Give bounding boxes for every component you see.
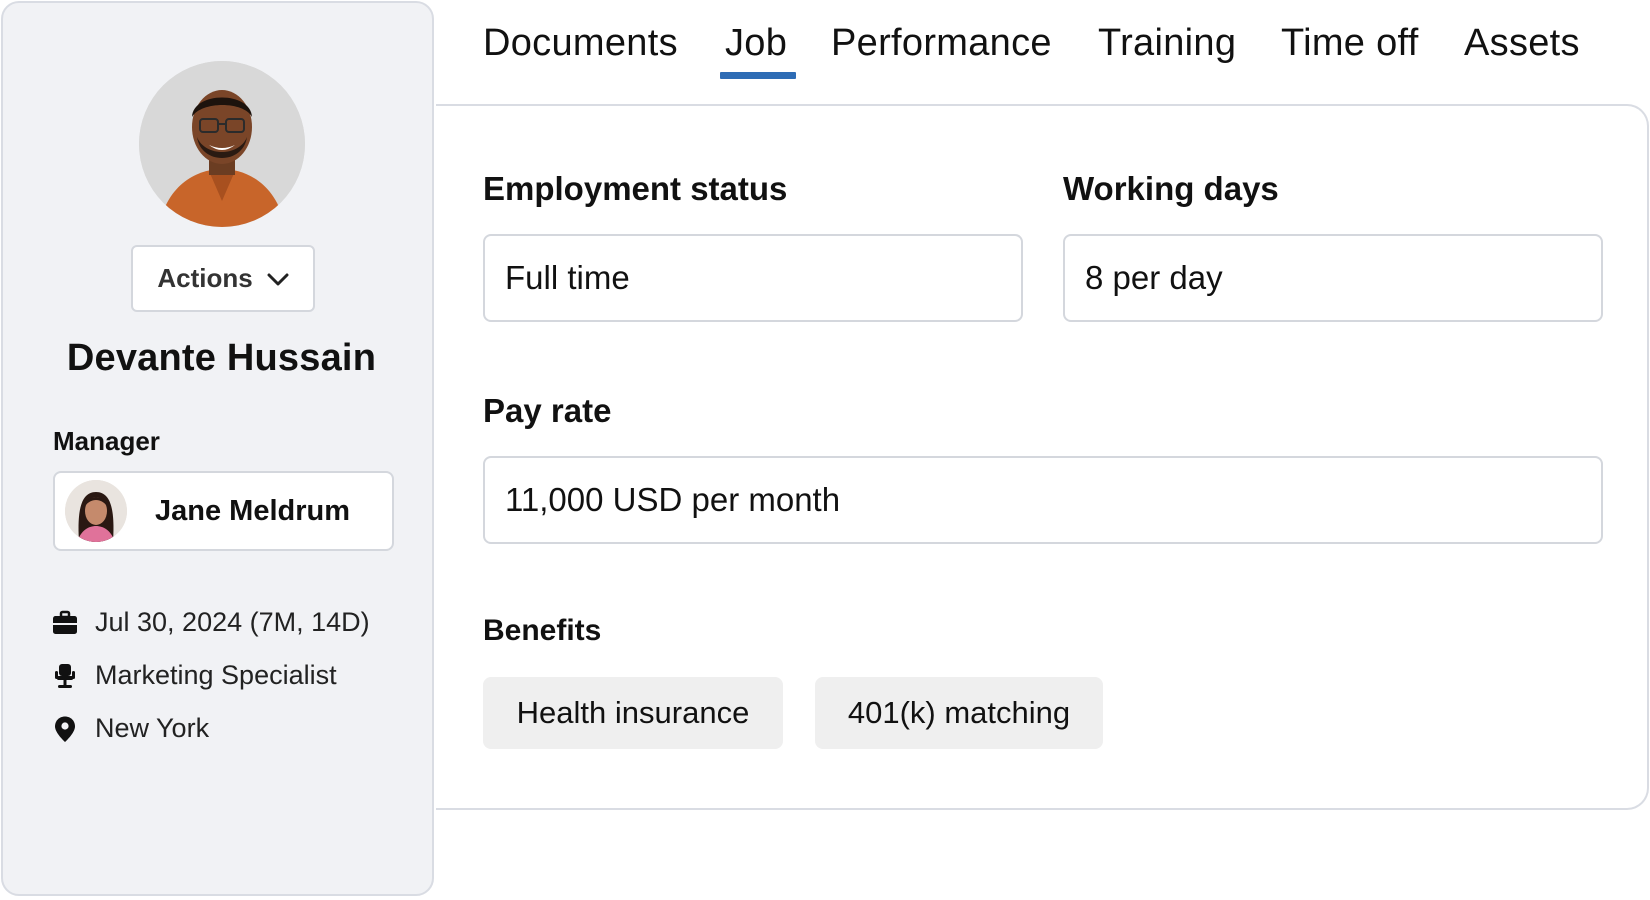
tab-job[interactable]: Job (725, 22, 787, 65)
location-text: New York (95, 713, 210, 743)
working-days-field[interactable]: 8 per day (1063, 234, 1603, 322)
employee-name: Devante Hussain (66, 337, 377, 379)
employee-avatar (139, 61, 305, 227)
benefit-chip-health-insurance: Health insurance (483, 677, 783, 749)
location-row: New York (51, 713, 209, 744)
pay-rate-label: Pay rate (483, 392, 612, 429)
pay-rate-field[interactable]: 11,000 USD per month (483, 456, 1603, 544)
tab-time-off[interactable]: Time off (1281, 22, 1419, 65)
employment-status-field[interactable]: Full time (483, 234, 1023, 322)
job-title-row: Marketing Specialist (51, 660, 337, 691)
map-pin-icon (51, 715, 79, 743)
manager-name: Jane Meldrum (155, 494, 350, 527)
manager-label: Manager (53, 426, 160, 456)
tab-performance[interactable]: Performance (831, 22, 1052, 65)
benefits-label: Benefits (483, 614, 602, 647)
working-days-label: Working days (1063, 170, 1279, 207)
tab-training[interactable]: Training (1098, 22, 1236, 65)
manager-card[interactable]: Jane Meldrum (53, 471, 394, 551)
benefit-chip-401k-matching: 401(k) matching (815, 677, 1103, 749)
employment-status-label: Employment status (483, 170, 788, 207)
actions-dropdown-button[interactable]: Actions (131, 245, 315, 312)
actions-button-label: Actions (157, 263, 253, 293)
office-chair-icon (51, 662, 79, 690)
start-date-text: Jul 30, 2024 (7M, 14D) (95, 607, 370, 637)
start-date-row: Jul 30, 2024 (7M, 14D) (51, 607, 370, 638)
active-tab-indicator (720, 72, 796, 79)
job-title-text: Marketing Specialist (95, 660, 337, 690)
tab-documents[interactable]: Documents (483, 22, 678, 65)
chevron-down-icon (267, 263, 289, 294)
profile-card: Actions Devante Hussain Manager Jane Mel… (1, 1, 434, 896)
tab-assets[interactable]: Assets (1464, 22, 1580, 65)
manager-avatar (65, 480, 127, 542)
briefcase-icon (51, 609, 79, 637)
